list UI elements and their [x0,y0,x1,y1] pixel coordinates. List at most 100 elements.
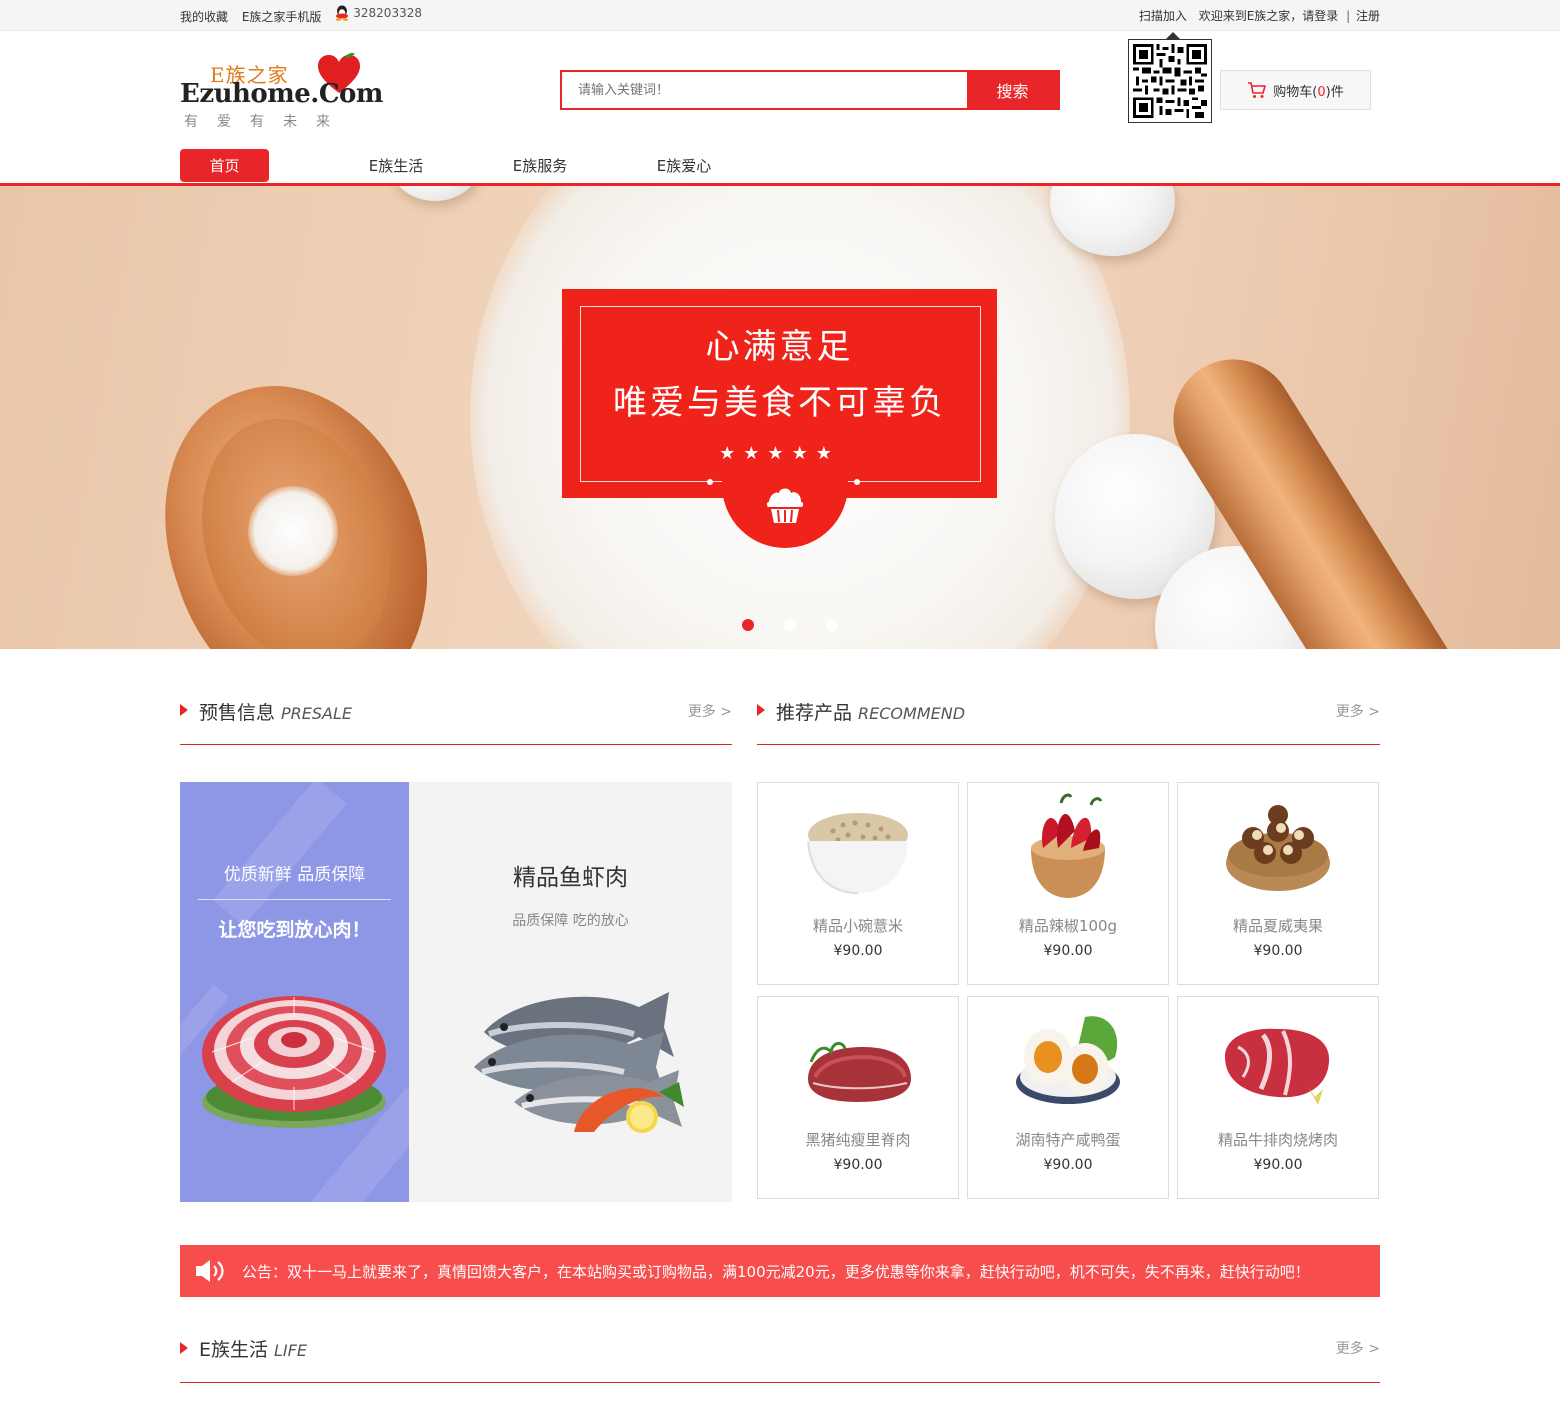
product-price: ¥90.00 [833,1157,883,1173]
presale-more-link[interactable]: 更多 > [688,701,732,721]
nav-item-charity[interactable]: E族爱心 [612,149,756,182]
favorites-link[interactable]: 我的收藏 [180,10,228,24]
qrcode-arrow [1166,32,1180,39]
top-bar-right: 扫描加入 欢迎来到E族之家，请登录 | 注册 [1131,7,1380,24]
product-price: ¥90.00 [1043,943,1093,959]
top-bar-left: 我的收藏 E族之家手机版 328203328 [180,5,422,25]
product-name: 精品夏威夷果 [1232,917,1323,935]
recommend-more-link[interactable]: 更多 > [1336,701,1380,721]
promo-dot [854,479,860,485]
product-price: ¥90.00 [1043,1157,1093,1173]
register-link[interactable]: 注册 [1356,9,1380,23]
cart-icon [1248,82,1267,98]
product-name: 精品辣椒100g [1018,917,1118,935]
product-price: ¥90.00 [1253,1157,1303,1173]
cart-button[interactable]: 购物车(0)件 [1220,70,1371,110]
heading-marker [180,704,188,716]
nav-item-life[interactable]: E族生活 [324,149,468,182]
qq-number: 328203328 [353,6,422,20]
presale-meat-card[interactable]: 优质新鲜 品质保障 让您吃到放心肉！ [180,782,409,1202]
logo-en: Ezuhome.Com [180,79,383,109]
logo[interactable]: E族之家 Ezuhome.Com 有爱有未来 [180,53,383,131]
product-image-macadamia [1226,805,1330,891]
login-link[interactable]: 欢迎来到E族之家，请登录 [1199,9,1339,23]
mobile-link[interactable]: E族之家手机版 [242,10,322,24]
recommend-title-en: RECOMMEND [858,704,966,723]
life-title-cn: E族生活 [199,1339,269,1361]
promo-line2: 唯爱与美食不可辜负 [613,383,946,423]
divider [198,899,391,900]
product-price: ¥90.00 [833,943,883,959]
product-name: 黑猪纯瘦里脊肉 [805,1131,911,1149]
presale-section: 预售信息 PRESALE 更多 > 优质新鲜 品质保障 让您吃到放心肉！ 精品鱼… [180,649,732,1202]
presale-title-en: PRESALE [281,704,353,723]
top-bar: 我的收藏 E族之家手机版 328203328 扫描加入 欢迎来到E族之家，请登录… [0,0,1560,31]
presale-heading: 预售信息 PRESALE 更多 > [180,649,732,745]
header: E族之家 Ezuhome.Com 有爱有未来 搜索 [0,31,1560,149]
product-grid: 精品小碗薏米 ¥90.00 精品辣椒100g ¥90.00 精品夏威夷果 ¥90… [757,782,1380,1199]
product-card[interactable]: 黑猪纯瘦里脊肉 ¥90.00 [757,996,959,1199]
recommend-title: 推荐产品 RECOMMEND [776,698,965,725]
heading-marker [180,1342,188,1354]
banner-dot-1[interactable] [742,619,754,631]
separator: | [1346,8,1351,23]
presale-meat-line1: 优质新鲜 品质保障 [223,865,366,885]
product-name: 精品牛排肉烧烤肉 [1217,1131,1338,1149]
banner-egg [390,186,480,201]
meat-platter-image [202,996,386,1128]
recommend-heading: 推荐产品 RECOMMEND 更多 > [757,649,1380,745]
product-image-duck-egg [1016,1016,1120,1104]
recommend-section: 推荐产品 RECOMMEND 更多 > 精品小碗薏米 ¥90.00 精品辣椒10… [757,649,1380,1202]
main-nav: 首页 E族生活 E族服务 E族爱心 [0,149,1560,186]
search-bar: 搜索 [560,70,1060,110]
promo-dot [707,479,713,485]
life-section: E族生活 LIFE 更多 > [180,1297,1380,1383]
notice-text: 公告：双十一马上就要来了，真情回馈大客户，在本站购买或订购物品，满100元减20… [242,1262,1310,1281]
promo-line1: 心满意足 [705,327,854,367]
cart-suffix: )件 [1325,84,1344,100]
decor-stripe [213,782,347,927]
presale-title-cn: 预售信息 [199,702,276,724]
qrcode-icon [1128,39,1212,123]
life-heading: E族生活 LIFE 更多 > [180,1297,1380,1383]
banner-dot-2[interactable] [784,619,796,631]
speaker-icon [196,1260,224,1282]
life-title-en: LIFE [274,1341,307,1360]
nav-item-service[interactable]: E族服务 [468,149,612,182]
product-card[interactable]: 精品辣椒100g ¥90.00 [967,782,1169,985]
banner-promo-card: 心满意足 唯爱与美食不可辜负 ★★★★★ [562,289,997,548]
nav-item-home[interactable]: 首页 [180,149,269,182]
product-image-pork [808,1041,911,1102]
scan-join-text[interactable]: 扫描加入 [1139,9,1187,23]
banner-dot-3[interactable] [826,619,838,631]
product-image-steak [1225,1028,1330,1105]
recommend-title-cn: 推荐产品 [776,702,853,724]
presale-fish-title: 精品鱼虾肉 [513,865,628,891]
notice-bar: 公告：双十一马上就要来了，真情回馈大客户，在本站购买或订购物品，满100元减20… [180,1245,1380,1297]
product-card[interactable]: 精品夏威夷果 ¥90.00 [1177,782,1379,985]
cart-count: 0 [1317,84,1326,100]
qq-contact[interactable]: 328203328 [335,5,422,21]
search-button[interactable]: 搜索 [967,72,1058,108]
product-name: 精品小碗薏米 [812,917,903,935]
heading-marker [757,704,765,716]
hero-banner[interactable]: 心满意足 唯爱与美食不可辜负 ★★★★★ [0,186,1560,649]
qq-icon [336,5,349,21]
life-title: E族生活 LIFE [199,1335,307,1362]
cake-icon [767,488,803,523]
banner-salt [248,486,338,576]
life-more-link[interactable]: 更多 > [1336,1338,1380,1358]
product-image-barley [807,813,908,894]
presale-fish-card[interactable]: 精品鱼虾肉 品质保障 吃的放心 [409,782,732,1202]
banner-pagination [20,619,1560,631]
product-name: 湖南特产咸鸭蛋 [1015,1131,1121,1149]
product-card[interactable]: 精品牛排肉烧烤肉 ¥90.00 [1177,996,1379,1199]
product-card[interactable]: 湖南特产咸鸭蛋 ¥90.00 [967,996,1169,1199]
product-card[interactable]: 精品小碗薏米 ¥90.00 [757,782,959,985]
logo-slogan: 有爱有未来 [184,114,349,130]
search-input[interactable] [562,72,967,108]
presale-content: 优质新鲜 品质保障 让您吃到放心肉！ 精品鱼虾肉 品质保障 吃的放心 [180,782,732,1202]
presale-meat-line2: 让您吃到放心肉！ [218,919,371,941]
product-price: ¥90.00 [1253,943,1303,959]
cart-prefix: 购物车( [1273,84,1318,100]
